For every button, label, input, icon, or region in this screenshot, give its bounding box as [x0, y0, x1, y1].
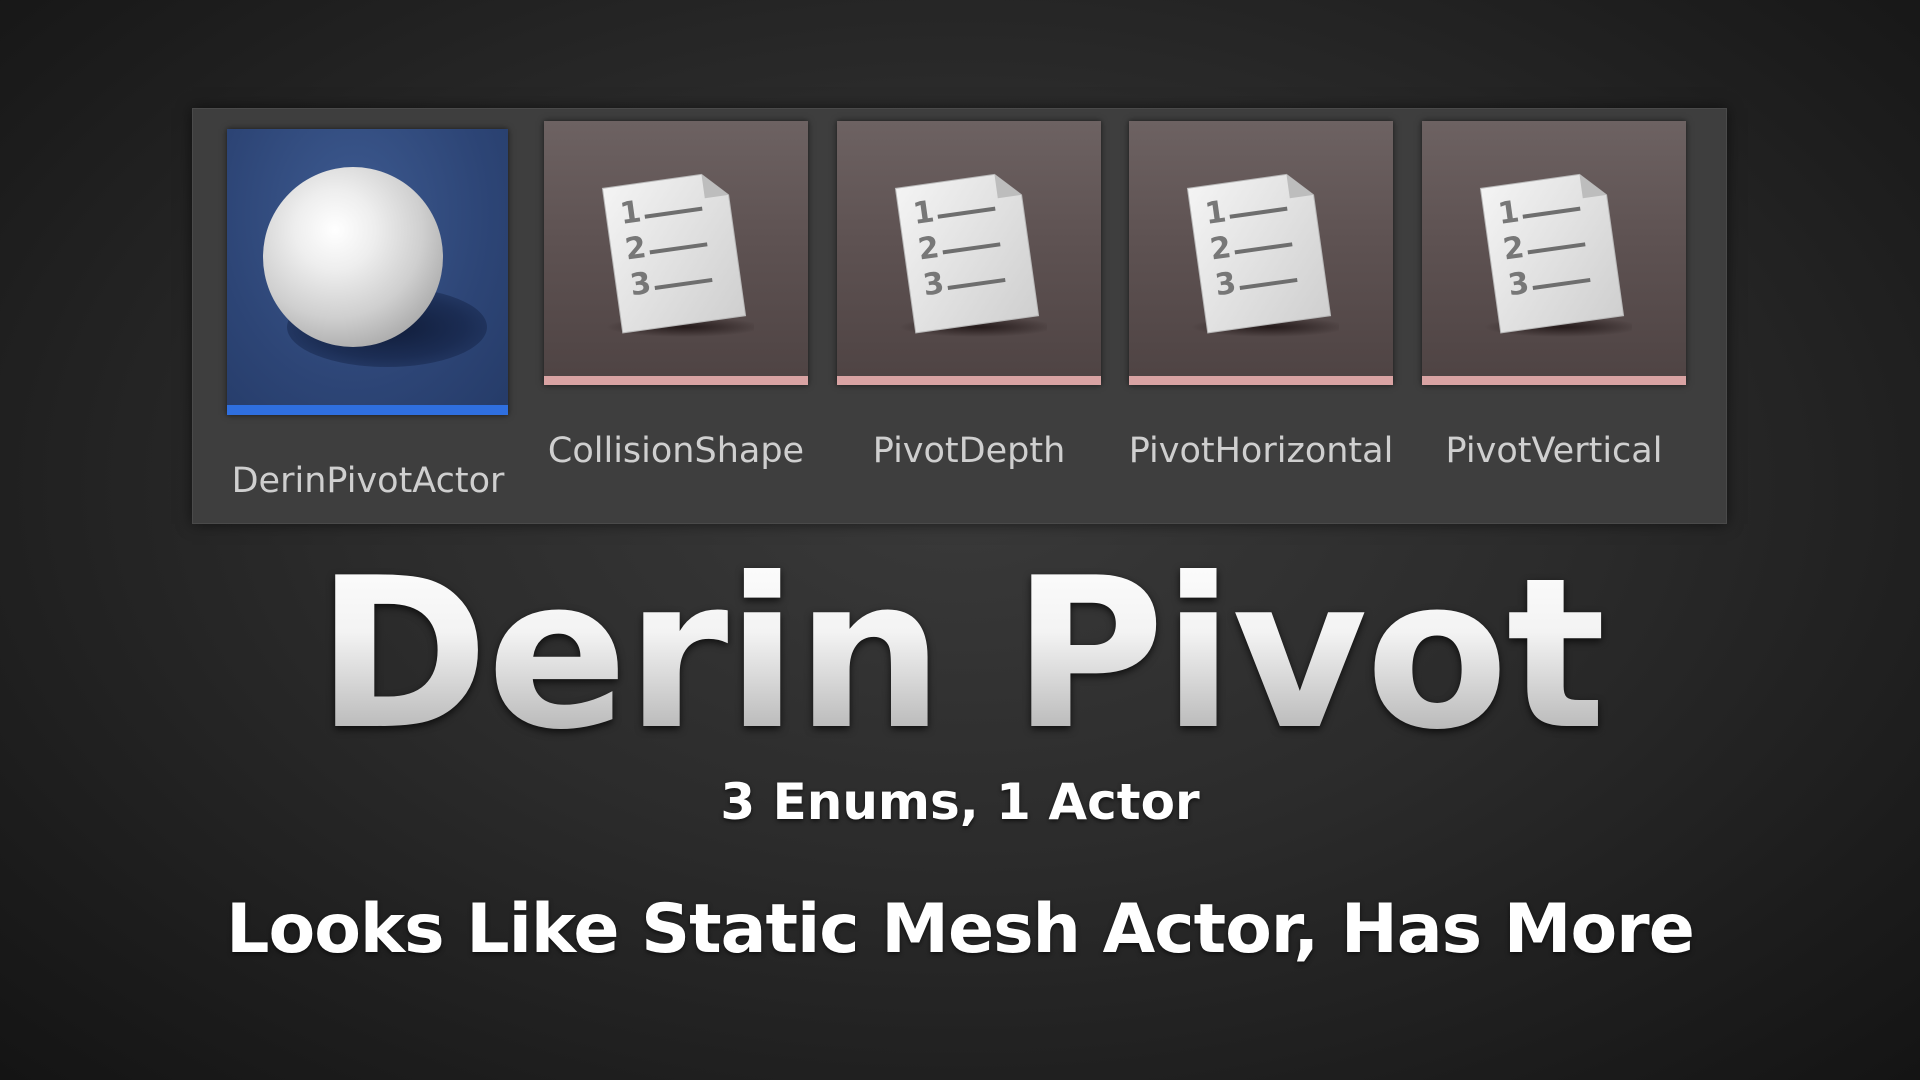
asset-label-collision-shape: CollisionShape — [547, 431, 805, 471]
content-browser-panel: DerinPivotActor 1 2 3 CollisionShape 1 2… — [192, 108, 1727, 524]
asset-tile-pivot-depth[interactable]: 1 2 3 — [837, 121, 1101, 385]
asset-tile-pivot-horizontal[interactable]: 1 2 3 — [1129, 121, 1393, 385]
asset-tile-collision-shape[interactable]: 1 2 3 — [544, 121, 808, 385]
tagline: Looks Like Static Mesh Actor, Has More — [226, 890, 1695, 969]
asset-type-stripe — [544, 376, 808, 385]
numbered-list-icon: 1 2 3 — [1186, 173, 1339, 337]
numbered-list-icon: 1 2 3 — [601, 173, 754, 337]
asset-label-pivot-depth: PivotDepth — [872, 431, 1066, 471]
asset-type-stripe — [227, 405, 508, 415]
asset-tile-derin-pivot-actor[interactable] — [227, 129, 508, 415]
numbered-list-icon: 1 2 3 — [894, 173, 1047, 337]
sphere-icon — [263, 167, 443, 347]
asset-label-pivot-vertical: PivotVertical — [1445, 431, 1663, 471]
asset-type-stripe — [837, 376, 1101, 385]
asset-type-stripe — [1129, 376, 1393, 385]
asset-tile-pivot-vertical[interactable]: 1 2 3 — [1422, 121, 1686, 385]
page-title: Derin Pivot — [0, 540, 1920, 770]
asset-type-stripe — [1422, 376, 1686, 385]
asset-label-pivot-horizontal: PivotHorizontal — [1128, 431, 1394, 471]
numbered-list-icon: 1 2 3 — [1479, 173, 1632, 337]
subtitle: 3 Enums, 1 Actor — [720, 773, 1200, 831]
asset-label-derin-pivot-actor: DerinPivotActor — [231, 461, 505, 501]
